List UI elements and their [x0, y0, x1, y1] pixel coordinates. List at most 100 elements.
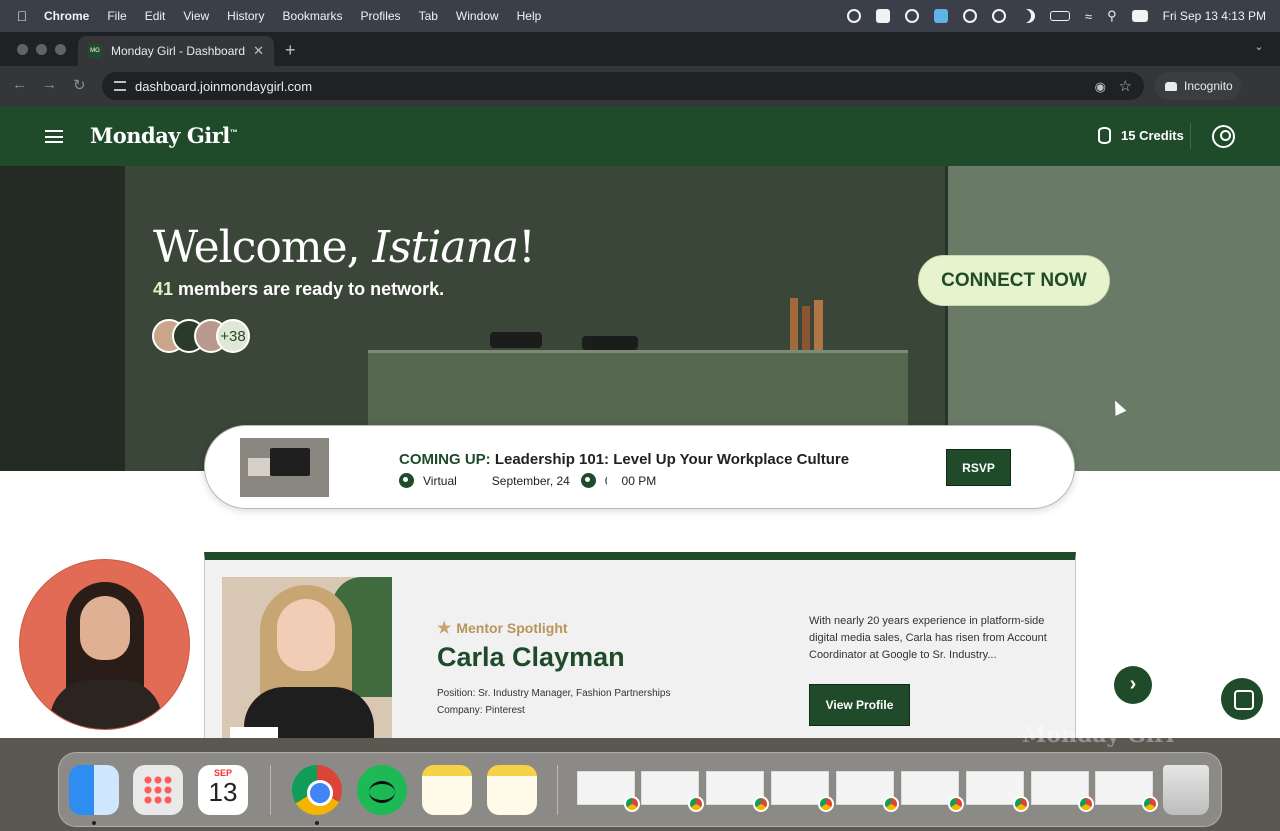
- trash-icon[interactable]: [1163, 765, 1209, 815]
- menu-view[interactable]: View: [183, 9, 209, 23]
- battery-icon[interactable]: [1049, 11, 1070, 21]
- back-icon[interactable]: ←: [12, 76, 27, 93]
- reload-icon[interactable]: ↻: [73, 76, 86, 94]
- event-title: COMING UP: Leadership 101: Level Up Your…: [399, 451, 850, 468]
- menu-profiles[interactable]: Profiles: [361, 9, 401, 23]
- minimized-window-thumbnail[interactable]: [1031, 771, 1094, 812]
- macos-menubar:  Chrome File Edit View History Bookmark…: [0, 0, 1280, 32]
- tab-title: Monday Girl - Dashboard: [111, 44, 246, 58]
- site-logo[interactable]: Monday Girl™: [90, 123, 238, 148]
- hero-vase: [790, 298, 798, 350]
- upcoming-event-card: COMING UP: Leadership 101: Level Up Your…: [204, 425, 1075, 509]
- favicon-icon: MG: [88, 44, 102, 58]
- tab-search-icon[interactable]: ⌄: [1250, 40, 1268, 58]
- minimized-window-thumbnail[interactable]: [966, 771, 1029, 812]
- chrome-badge-icon: [883, 796, 899, 812]
- calendar-app-icon[interactable]: SEP 13: [198, 765, 248, 815]
- menu-history[interactable]: History: [227, 9, 264, 23]
- hero-chair: [490, 332, 542, 348]
- gear-icon[interactable]: [962, 9, 977, 23]
- mentor-spotlight-card: ★ Mentor Spotlight Carla Clayman Positio…: [204, 552, 1076, 738]
- mentor-position: Position: Sr. Industry Manager, Fashion …: [437, 688, 671, 699]
- bookmark-star-icon[interactable]: ☆: [1119, 77, 1132, 95]
- next-arrow-button[interactable]: ›: [1114, 666, 1152, 704]
- incognito-icon: [1165, 81, 1177, 91]
- calendar-icon: [606, 473, 622, 488]
- maximize-window-button[interactable]: [55, 44, 66, 55]
- browser-toolbar: ← → ↻ dashboard.joinmondaygirl.com ◉ ☆ I…: [0, 66, 1280, 106]
- close-tab-icon[interactable]: ✕: [253, 43, 264, 59]
- minimized-window-thumbnail[interactable]: [641, 771, 704, 812]
- menubar-clock[interactable]: Fri Sep 13 4:13 PM: [1163, 9, 1266, 23]
- menu-edit[interactable]: Edit: [145, 9, 166, 23]
- more-members-badge[interactable]: +38: [216, 319, 250, 353]
- event-thumbnail[interactable]: [240, 438, 329, 497]
- tab-dashboard[interactable]: MG Monday Girl - Dashboard ✕: [78, 36, 274, 66]
- hero-chair: [582, 336, 638, 350]
- mentor-spotlight-badge: ★ Mentor Spotlight: [437, 620, 568, 637]
- dropbox-icon[interactable]: [875, 9, 890, 23]
- notes-app-icon[interactable]: [422, 765, 472, 815]
- site-info-icon[interactable]: [114, 81, 126, 91]
- event-date: September, 24: [491, 473, 570, 488]
- launchpad-icon[interactable]: [133, 765, 183, 815]
- video-watermark: Monday Girl: [1022, 722, 1175, 748]
- new-tab-button[interactable]: +: [285, 40, 296, 61]
- view-profile-button[interactable]: View Profile: [809, 684, 910, 726]
- stickies-app-icon[interactable]: [487, 765, 537, 815]
- menu-bookmarks[interactable]: Bookmarks: [283, 9, 343, 23]
- apple-icon[interactable]: : [0, 8, 44, 24]
- incognito-label: Incognito: [1184, 79, 1233, 93]
- minimized-window-thumbnail[interactable]: [771, 771, 834, 812]
- eye-off-icon[interactable]: ◉: [1095, 79, 1106, 95]
- minimized-window-thumbnail[interactable]: [836, 771, 899, 812]
- macos-dock: SEP 13: [58, 752, 1222, 827]
- mentor-company: Company: Pinterest: [437, 705, 525, 716]
- running-indicator: [92, 821, 96, 825]
- site-header: Monday Girl™ 15 Credits: [0, 106, 1280, 166]
- menu-app-name[interactable]: Chrome: [44, 9, 89, 23]
- address-bar[interactable]: dashboard.joinmondaygirl.com ◉ ☆: [102, 72, 1144, 100]
- chat-support-button[interactable]: [1221, 678, 1263, 720]
- hamburger-menu-icon[interactable]: [45, 130, 63, 143]
- rsvp-button[interactable]: RSVP: [946, 449, 1011, 486]
- web-page: Monday Girl™ 15 Credits Welcome, Istiana…: [0, 106, 1280, 738]
- user-account-icon[interactable]: [1212, 125, 1235, 148]
- clock-icon: [580, 473, 596, 488]
- chrome-badge-icon: [1142, 796, 1158, 812]
- chrome-badge-icon: [1078, 796, 1094, 812]
- minimized-window-thumbnail[interactable]: [706, 771, 769, 812]
- menu-file[interactable]: File: [107, 9, 126, 23]
- mentor-bio: With nearly 20 years experience in platf…: [809, 615, 1047, 661]
- event-location: Virtual: [423, 473, 457, 488]
- browser-tabbar: MG Monday Girl - Dashboard ✕ + ⌄: [0, 32, 1280, 66]
- connect-now-button[interactable]: CONNECT NOW: [918, 255, 1110, 306]
- grammarly-icon[interactable]: [846, 9, 861, 23]
- minimized-window-thumbnail[interactable]: [1095, 771, 1158, 812]
- hero-background-shadow: [0, 166, 125, 471]
- finder-icon[interactable]: [69, 765, 119, 815]
- chrome-badge-icon: [688, 796, 704, 812]
- chrome-app-icon[interactable]: [292, 765, 342, 815]
- forward-icon[interactable]: →: [42, 76, 57, 93]
- menu-window[interactable]: Window: [456, 9, 499, 23]
- running-indicator: [315, 821, 319, 825]
- search-icon[interactable]: ⚲: [1107, 8, 1117, 24]
- wifi-icon[interactable]: ≈: [1085, 9, 1092, 24]
- close-window-button[interactable]: [17, 44, 28, 55]
- minimized-window-thumbnail[interactable]: [901, 771, 964, 812]
- control-center-icon[interactable]: [1131, 10, 1148, 22]
- minimize-window-button[interactable]: [36, 44, 47, 55]
- brightness-icon[interactable]: [991, 9, 1006, 23]
- incognito-badge[interactable]: Incognito: [1155, 72, 1241, 100]
- moon-icon[interactable]: [1021, 9, 1035, 23]
- menu-help[interactable]: Help: [517, 9, 542, 23]
- menu-tab[interactable]: Tab: [419, 9, 438, 23]
- minimized-window-thumbnail[interactable]: [577, 771, 640, 812]
- creative-cloud-icon[interactable]: [904, 9, 919, 23]
- chrome-badge-icon: [818, 796, 834, 812]
- app-icon[interactable]: [933, 9, 948, 23]
- location-pin-icon: [399, 473, 414, 488]
- credits-indicator[interactable]: 15 Credits: [1098, 127, 1184, 144]
- spotify-app-icon[interactable]: [357, 765, 407, 815]
